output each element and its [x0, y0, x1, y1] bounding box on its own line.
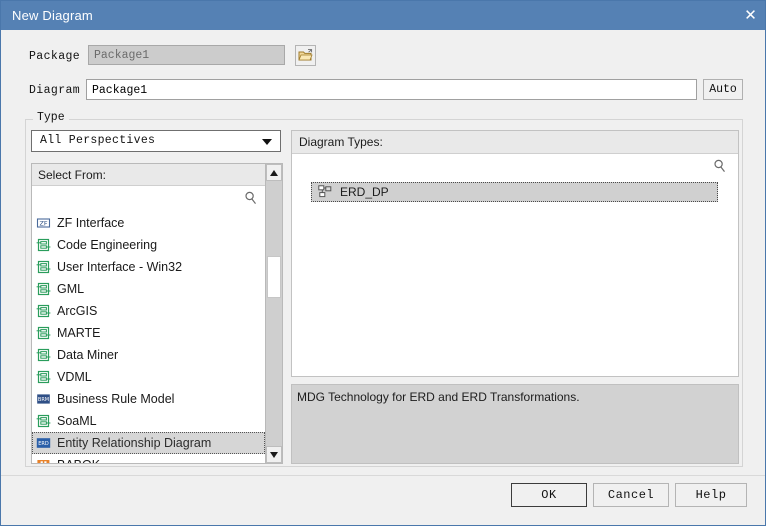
profile-icon [36, 304, 51, 318]
chevron-down-icon [262, 139, 272, 145]
scrollbar-thumb[interactable] [267, 256, 281, 298]
zf-interface-icon: ZF [36, 216, 51, 230]
list-item[interactable]: Data Miner [32, 344, 265, 366]
profile-icon [36, 238, 51, 252]
close-icon[interactable]: ✕ [734, 1, 765, 30]
list-item-label: ZF Interface [57, 216, 125, 230]
list-item[interactable]: BABOK [32, 454, 265, 463]
svg-text:ZF: ZF [39, 219, 47, 227]
list-item[interactable]: BRM Business Rule Model [32, 388, 265, 410]
search-icon[interactable] [244, 191, 257, 208]
diagram-types-search-row[interactable] [292, 154, 738, 180]
auto-button[interactable]: Auto [703, 79, 743, 100]
list-item-label: User Interface - Win32 [57, 260, 183, 274]
diagram-type-item[interactable]: ERD_DP [311, 182, 718, 202]
list-item[interactable]: Code Engineering [32, 234, 265, 256]
list-item[interactable]: MARTE [32, 322, 265, 344]
select-from-header-label: Select From: [38, 168, 107, 182]
diagram-types-panel: Diagram Types: ERD_DP [291, 130, 739, 377]
babok-icon [36, 458, 51, 463]
list-item-label: ArcGIS [57, 304, 98, 318]
list-item[interactable]: User Interface - Win32 [32, 256, 265, 278]
cancel-button[interactable]: Cancel [593, 483, 669, 507]
perspective-selected-value: All Perspectives [40, 134, 156, 147]
profile-icon [36, 348, 51, 362]
diagram-types-list[interactable]: ERD_DP [292, 180, 738, 202]
description-box: MDG Technology for ERD and ERD Transform… [291, 384, 739, 464]
select-from-panel: Select From: ZF ZF Interface Code Engineer… [31, 163, 266, 464]
list-item-label: GML [57, 282, 85, 296]
list-item-label: VDML [57, 370, 92, 384]
footer-separator [1, 475, 765, 476]
list-item[interactable]: SoaML [32, 410, 265, 432]
profile-icon [36, 370, 51, 384]
scroll-down-icon[interactable] [266, 446, 282, 463]
svg-text:ERD: ERD [38, 441, 49, 447]
list-item[interactable]: GML [32, 278, 265, 300]
list-item-label: BABOK [57, 458, 100, 463]
search-icon[interactable] [713, 159, 726, 176]
select-from-scrollbar[interactable] [265, 163, 283, 464]
profile-icon [36, 326, 51, 340]
list-item[interactable]: ArcGIS [32, 300, 265, 322]
list-item-label: Code Engineering [57, 238, 158, 252]
diagram-types-header-label: Diagram Types: [299, 135, 383, 149]
description-text: MDG Technology for ERD and ERD Transform… [297, 390, 580, 404]
titlebar: New Diagram ✕ [1, 1, 765, 30]
profile-icon [36, 414, 51, 428]
profile-icon [36, 260, 51, 274]
list-item-label: Data Miner [57, 348, 119, 362]
list-item[interactable]: VDML [32, 366, 265, 388]
diagram-type-label: ERD_DP [340, 185, 389, 199]
package-input[interactable]: Package1 [88, 45, 285, 65]
select-from-list[interactable]: ZF ZF Interface Code Engineering User Inter… [32, 212, 265, 463]
select-from-header: Select From: [32, 164, 265, 186]
brm-icon: BRM [36, 392, 51, 406]
diagram-icon [318, 185, 333, 199]
list-item[interactable]: ZF ZF Interface [32, 212, 265, 234]
scroll-up-icon[interactable] [266, 164, 282, 181]
help-button[interactable]: Help [675, 483, 747, 507]
folder-open-icon[interactable] [295, 45, 316, 66]
list-item-label: Entity Relationship Diagram [57, 436, 212, 450]
list-item-label: MARTE [57, 326, 101, 340]
list-item-label: SoaML [57, 414, 97, 428]
list-item[interactable]: ERD Entity Relationship Diagram [32, 432, 265, 454]
window-title: New Diagram [12, 8, 93, 23]
diagram-name-input[interactable]: Package1 [86, 79, 697, 100]
diagram-label: Diagram [29, 84, 81, 97]
perspective-dropdown[interactable]: All Perspectives [31, 130, 281, 152]
list-item-label: Business Rule Model [57, 392, 175, 406]
select-from-search-row[interactable] [32, 186, 265, 212]
ok-button[interactable]: OK [511, 483, 587, 507]
erd-icon: ERD [36, 436, 51, 450]
diagram-types-header: Diagram Types: [292, 131, 738, 154]
svg-text:BRM: BRM [38, 397, 49, 403]
new-diagram-dialog: New Diagram ✕ Package Package1 Diagram P… [0, 0, 766, 526]
type-group-label: Type [33, 111, 69, 124]
profile-icon [36, 282, 51, 296]
package-label: Package [29, 50, 81, 63]
